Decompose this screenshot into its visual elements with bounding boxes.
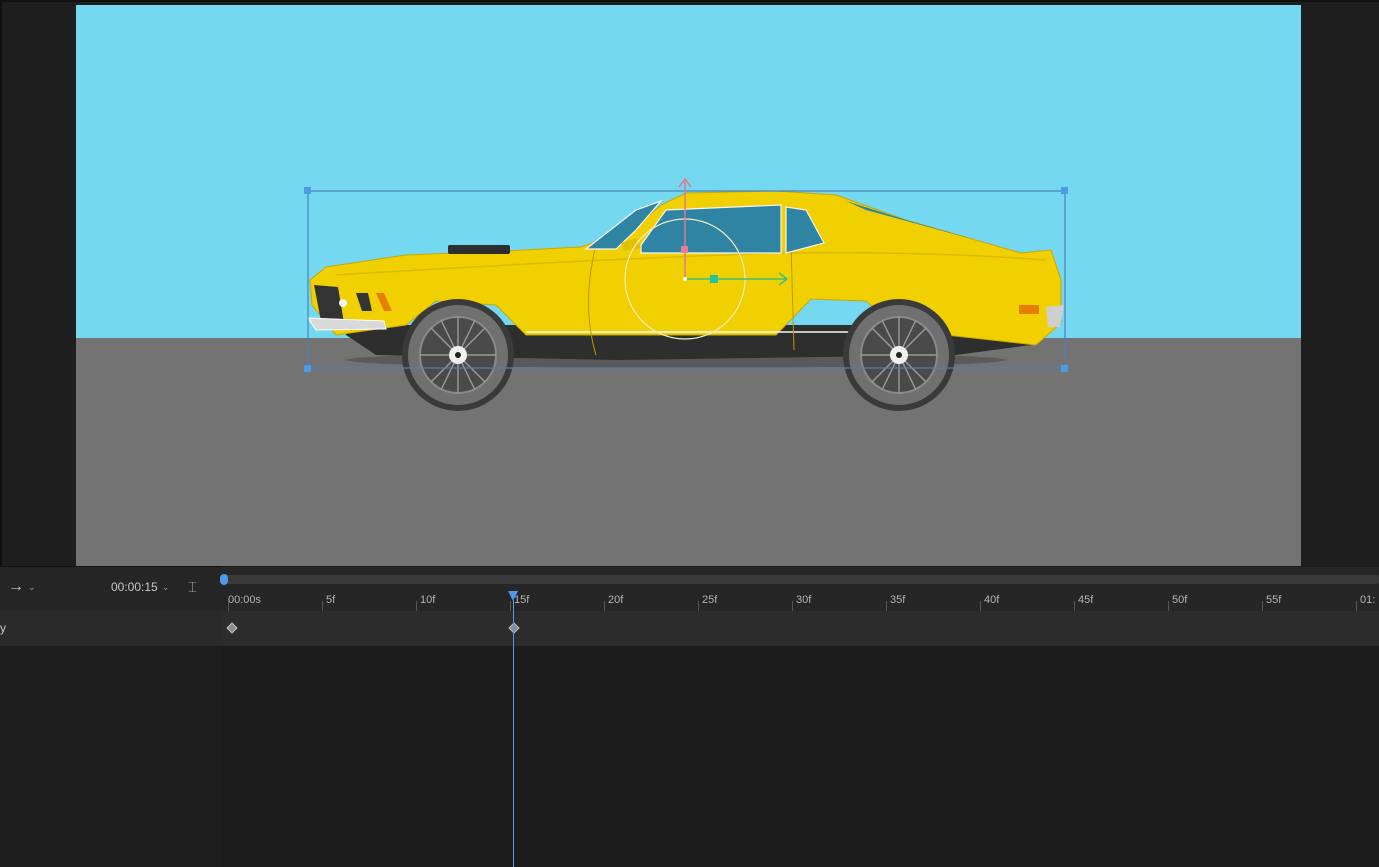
ruler-tick bbox=[416, 601, 417, 611]
car-graphic[interactable] bbox=[307, 190, 1064, 411]
ruler-tick bbox=[1074, 601, 1075, 611]
ruler-tick bbox=[980, 601, 981, 611]
ruler-label: 45f bbox=[1078, 594, 1094, 606]
timecode-display: 00:00:15 bbox=[111, 580, 158, 594]
scrub-knob[interactable] bbox=[220, 574, 228, 585]
x-axis-handle[interactable] bbox=[710, 275, 718, 283]
curve-icon[interactable]: ⌶ bbox=[188, 567, 197, 607]
playhead-line[interactable] bbox=[513, 600, 514, 867]
resize-handle-bottom-left[interactable] bbox=[304, 365, 311, 372]
resize-handle-top-left[interactable] bbox=[304, 187, 311, 194]
ruler-tick bbox=[1262, 601, 1263, 611]
ruler-tick bbox=[1168, 601, 1169, 611]
direction-dropdown[interactable]: → ⌄ bbox=[8, 567, 36, 607]
ruler-label: 20f bbox=[608, 594, 624, 606]
canvas-frame bbox=[0, 0, 1379, 566]
ruler-label: 35f bbox=[890, 594, 906, 606]
front-wheel bbox=[402, 299, 514, 411]
timeline-scrubber[interactable] bbox=[220, 567, 1379, 591]
timecode-dropdown[interactable]: 00:00:15 ⌄ bbox=[111, 567, 169, 607]
ruler-label: 50f bbox=[1172, 594, 1188, 606]
ruler-label: 25f bbox=[702, 594, 718, 606]
ruler-tick bbox=[322, 601, 323, 611]
chevron-down-icon: ⌄ bbox=[161, 581, 170, 592]
ruler-label: 55f bbox=[1266, 594, 1282, 606]
stage-artwork bbox=[304, 177, 1068, 411]
scrub-track[interactable] bbox=[222, 575, 1379, 584]
timeline-toolbar: → ⌄ 00:00:15 ⌄ ⌶ bbox=[0, 566, 222, 611]
ruler-tick bbox=[1356, 601, 1357, 611]
arrow-right-icon: → bbox=[8, 578, 24, 595]
ruler-label: 10f bbox=[420, 594, 436, 606]
anchor-point-icon[interactable] bbox=[683, 277, 687, 281]
track-header[interactable]: y bbox=[0, 611, 222, 646]
track-lane[interactable] bbox=[222, 611, 1379, 646]
resize-handle-top-right[interactable] bbox=[1061, 187, 1068, 194]
ruler-label: 5f bbox=[326, 594, 336, 606]
ruler-tick bbox=[510, 601, 511, 611]
ruler-tick bbox=[604, 601, 605, 611]
chevron-down-icon: ⌄ bbox=[28, 581, 36, 592]
resize-handle-bottom-right[interactable] bbox=[1061, 365, 1068, 372]
y-axis-handle[interactable] bbox=[681, 246, 688, 253]
ruler-label: 01: bbox=[1360, 594, 1376, 606]
timeline-empty-area bbox=[222, 646, 1379, 867]
track-label: y bbox=[0, 621, 6, 635]
ruler-label: 30f bbox=[796, 594, 812, 606]
keyframe-icon[interactable] bbox=[226, 622, 238, 634]
ruler-tick bbox=[886, 601, 887, 611]
keyframe-icon[interactable] bbox=[508, 622, 520, 634]
layers-panel bbox=[0, 646, 223, 867]
time-ruler[interactable]: 00:00s 5f 10f 15f 20f 25f 30f 35f 40f 45f 50f 55f 01… bbox=[222, 591, 1379, 612]
ruler-label: 00:00s bbox=[228, 594, 262, 606]
stage-viewport[interactable] bbox=[76, 5, 1301, 566]
ruler-tick bbox=[698, 601, 699, 611]
ruler-tick bbox=[792, 601, 793, 611]
ruler-label: 40f bbox=[984, 594, 1000, 606]
rear-wheel bbox=[843, 299, 955, 411]
